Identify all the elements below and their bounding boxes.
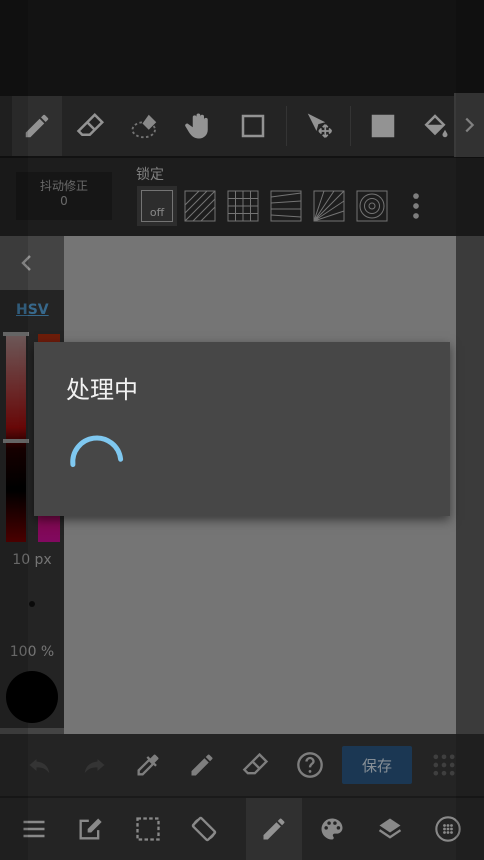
- processing-dialog: 处理中: [34, 342, 450, 516]
- overlay-edge-left: [0, 0, 28, 860]
- dialog-title: 处理中: [66, 376, 138, 404]
- loading-spinner-icon: [70, 435, 124, 477]
- overlay-edge-right: [456, 0, 484, 860]
